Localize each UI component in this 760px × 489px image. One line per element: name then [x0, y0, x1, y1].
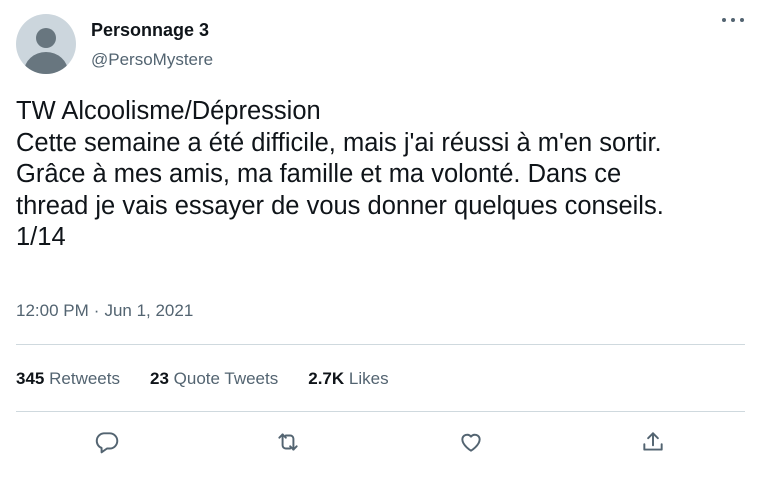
tweet-line: Grâce à mes amis, ma famille et ma volon…: [16, 160, 622, 188]
tweet-line: Cette semaine a été difficile, mais j'ai…: [16, 128, 662, 157]
retweets-stat[interactable]: 345 Retweets: [16, 369, 120, 389]
meta-separator: ·: [93, 301, 100, 320]
share-button[interactable]: [638, 427, 668, 457]
divider: [16, 411, 745, 412]
reply-bubble-icon: [95, 432, 119, 454]
retweets-count: 345: [16, 369, 45, 388]
tweet-text: TW Alcoolisme/Dépression Cette semaine a…: [16, 96, 751, 254]
avatar[interactable]: [16, 14, 76, 74]
avatar-body-shape: [24, 52, 68, 74]
likes-count: 2.7K: [308, 369, 345, 388]
tweet-line: thread je vais essayer de vous donner qu…: [16, 191, 664, 220]
author-name[interactable]: Personnage 3: [91, 20, 209, 41]
share-icon: [643, 432, 663, 451]
tweet-line: 1/14: [16, 223, 66, 251]
quote-tweets-label: Quote Tweets: [173, 369, 279, 388]
reply-button[interactable]: [92, 427, 122, 457]
heart-icon: [461, 433, 481, 452]
more-dots-icon[interactable]: [720, 10, 746, 30]
like-button[interactable]: [456, 427, 486, 457]
author-handle[interactable]: @PersoMystere: [91, 50, 213, 70]
likes-stat[interactable]: 2.7K Likes: [308, 369, 388, 389]
tweet-line: TW Alcoolisme/Dépression: [16, 97, 321, 125]
tweet-time: 12:00 PM: [16, 301, 89, 320]
tweet-date: Jun 1, 2021: [104, 301, 194, 320]
engagement-stats: 345 Retweets 23 Quote Tweets 2.7K Likes: [16, 369, 419, 389]
avatar-head-shape: [36, 28, 56, 48]
quote-tweets-count: 23: [149, 369, 169, 388]
retweets-label: Retweets: [49, 369, 120, 388]
likes-label: Likes: [348, 369, 389, 388]
tweet-timestamp[interactable]: 12:00 PM · Jun 1, 2021: [16, 301, 193, 321]
quote-tweets-stat[interactable]: 23 Quote Tweets: [150, 369, 278, 389]
retweet-button[interactable]: [273, 427, 303, 457]
divider: [16, 344, 745, 345]
retweet-icon: [278, 433, 298, 451]
